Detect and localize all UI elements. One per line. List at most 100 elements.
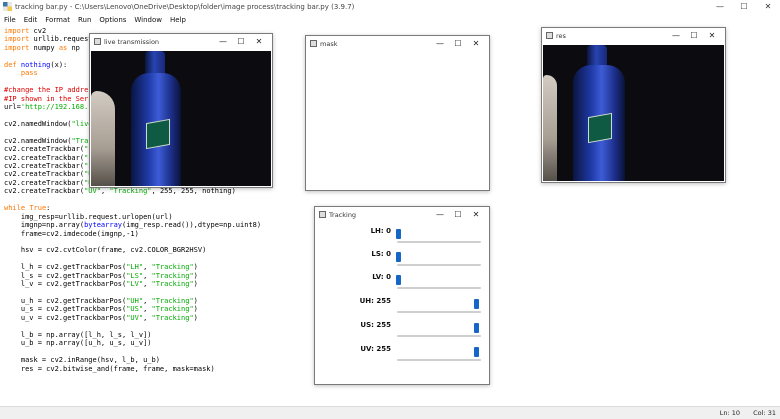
minimize-button[interactable]: —	[708, 0, 732, 14]
trackbar-thumb[interactable]	[396, 252, 401, 262]
code-token: ,	[143, 313, 152, 322]
code-token: l_h = cv2.getTrackbarPos(	[4, 263, 127, 272]
code-token: import	[4, 35, 30, 44]
code-token: True	[29, 204, 47, 213]
mask-window-title: mask	[320, 40, 338, 48]
code-line[interactable]: u_v = cv2.getTrackbarPos("UV", "Tracking…	[4, 314, 261, 322]
code-token: "Tracking"	[151, 297, 194, 305]
menu-run[interactable]: Run	[74, 14, 95, 26]
status-bar: Ln: 10 Col: 31	[0, 406, 780, 419]
code-token: import	[4, 43, 30, 52]
trackbar-label: UH: 255	[359, 297, 391, 305]
code-token: "UH"	[126, 297, 144, 305]
close-button[interactable]: ✕	[756, 0, 780, 14]
maximize-button[interactable]: ☐	[687, 29, 701, 42]
code-line[interactable]: l_s = cv2.getTrackbarPos("LS", "Tracking…	[4, 272, 261, 280]
code-token: np	[67, 43, 80, 52]
code-line[interactable]	[4, 322, 261, 330]
code-line[interactable]: cv2.createTrackbar("UV", "Tracking", 255…	[4, 187, 261, 195]
live-window-title: live transmission	[104, 38, 160, 46]
trackbar-label: LH: 0	[370, 227, 391, 235]
trackbar-track[interactable]	[397, 287, 481, 289]
code-line[interactable]	[4, 196, 261, 204]
code-token: (x):	[50, 60, 68, 69]
res-video-frame	[543, 45, 724, 181]
mask-window-title-bar[interactable]: mask — ☐ ✕	[306, 36, 489, 52]
code-line[interactable]: mask = cv2.inRange(hsv, l_b, u_b)	[4, 356, 261, 364]
code-line[interactable]: imgnp=np.array(bytearray(img_resp.read()…	[4, 221, 261, 229]
trackbar-thumb[interactable]	[474, 299, 479, 309]
menu-options[interactable]: Options	[95, 14, 130, 26]
maximize-button[interactable]: ☐	[451, 37, 465, 50]
window-icon	[319, 211, 326, 218]
code-token: "Tracking"	[151, 271, 194, 280]
trackbar-track[interactable]	[397, 359, 481, 361]
code-line[interactable]: u_h = cv2.getTrackbarPos("UH", "Tracking…	[4, 297, 261, 305]
menu-file[interactable]: File	[0, 14, 20, 26]
trackbar-thumb[interactable]	[474, 323, 479, 333]
code-token: nothing	[20, 60, 51, 69]
code-token: url=	[4, 102, 21, 111]
maximize-button[interactable]: ☐	[451, 208, 465, 221]
code-line[interactable]	[4, 238, 261, 246]
menu-help[interactable]: Help	[166, 14, 190, 26]
code-token: ,	[143, 280, 152, 289]
menu-edit[interactable]: Edit	[20, 14, 42, 26]
code-line[interactable]: while True:	[4, 204, 261, 212]
minimize-button[interactable]: —	[433, 208, 447, 221]
window-icon	[546, 32, 553, 39]
trackbar-track[interactable]	[397, 241, 481, 243]
tracking-window-title-bar[interactable]: Tracking — ☐ ✕	[315, 207, 489, 223]
close-button[interactable]: ✕	[705, 29, 719, 42]
code-token: "LH"	[126, 263, 144, 272]
menu-format[interactable]: Format	[41, 14, 74, 26]
res-window[interactable]: res — ☐ ✕	[541, 27, 726, 183]
trackbar-thumb[interactable]	[474, 347, 479, 357]
code-line[interactable]: res = cv2.bitwise_and(frame, frame, mask…	[4, 365, 261, 373]
code-token: "Tracking"	[151, 305, 194, 314]
minimize-button[interactable]: —	[669, 29, 683, 42]
code-token: )	[193, 305, 198, 314]
code-line[interactable]	[4, 348, 261, 356]
trackbar-thumb[interactable]	[396, 275, 401, 285]
menu-window[interactable]: Window	[130, 14, 166, 26]
live-transmission-window[interactable]: live transmission — ☐ ✕	[89, 33, 273, 188]
live-window-title-bar[interactable]: live transmission — ☐ ✕	[90, 34, 272, 50]
code-token: numpy	[29, 43, 59, 52]
trackbar-thumb[interactable]	[396, 229, 401, 239]
res-window-title: res	[556, 32, 566, 40]
code-line[interactable]: l_h = cv2.getTrackbarPos("LH", "Tracking…	[4, 263, 261, 271]
code-token: cv2.createTrackbar(	[4, 153, 85, 162]
minimize-button[interactable]: —	[433, 37, 447, 50]
maximize-button[interactable]: ☐	[234, 35, 248, 48]
code-token: cv2.createTrackbar(	[4, 170, 85, 179]
trackbar-track[interactable]	[397, 311, 481, 313]
tracking-window[interactable]: Tracking — ☐ ✕ LH: 0 LS: 0 LV: 0 UH: 255 US:…	[314, 206, 490, 385]
code-line[interactable]: hsv = cv2.cvtColor(frame, cv2.COLOR_BGR2…	[4, 246, 261, 254]
code-token: bytearray	[84, 221, 123, 230]
code-line[interactable]: frame=cv2.imdecode(imgnp,-1)	[4, 230, 261, 238]
trackbar-us: US: 255	[315, 319, 488, 343]
code-token: cv2.createTrackbar(	[4, 145, 85, 154]
code-token: while	[4, 204, 26, 213]
minimize-button[interactable]: —	[216, 35, 230, 48]
code-line[interactable]: l_v = cv2.getTrackbarPos("LV", "Tracking…	[4, 280, 261, 288]
code-line[interactable]	[4, 255, 261, 263]
editor-title: tracking bar.py - C:\Users\Lenovo\OneDri…	[15, 3, 355, 11]
code-line[interactable]: u_s = cv2.getTrackbarPos("US", "Tracking…	[4, 305, 261, 313]
code-line[interactable]: u_b = np.array([u_h, u_s, u_v])	[4, 339, 261, 347]
hand-image	[91, 91, 115, 186]
code-line[interactable]: l_b = np.array([l_h, l_s, l_v])	[4, 331, 261, 339]
code-token: def	[4, 60, 17, 69]
code-token: u_v = cv2.getTrackbarPos(	[4, 313, 127, 322]
close-button[interactable]: ✕	[469, 37, 483, 50]
code-line[interactable]	[4, 289, 261, 297]
close-button[interactable]: ✕	[252, 35, 266, 48]
trackbar-track[interactable]	[397, 264, 481, 266]
res-window-title-bar[interactable]: res — ☐ ✕	[542, 28, 725, 44]
trackbar-track[interactable]	[397, 335, 481, 337]
mask-window[interactable]: mask — ☐ ✕	[305, 35, 490, 191]
code-line[interactable]: img_resp=urllib.request.urlopen(url)	[4, 213, 261, 221]
close-button[interactable]: ✕	[469, 208, 483, 221]
maximize-button[interactable]: ☐	[732, 0, 756, 14]
